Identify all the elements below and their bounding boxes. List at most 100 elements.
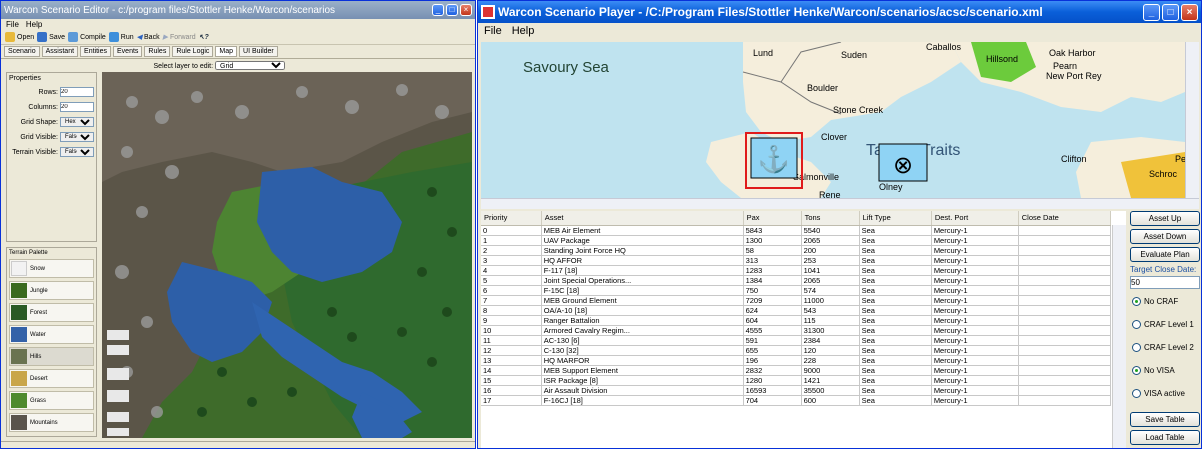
table-row[interactable]: 13 HQ MARFOR 196 228 Sea Mercury-1 [481, 355, 1112, 366]
target-close-date-input[interactable] [1130, 276, 1200, 289]
table-row[interactable]: 6 F-15C [18] 750 574 Sea Mercury-1 [481, 285, 1112, 296]
column-priority[interactable]: Priority [481, 211, 542, 226]
tab-ui-builder[interactable]: UI Builder [239, 46, 278, 57]
table-row[interactable]: 14 MEB Support Element 2832 9000 Sea Mercury-… [481, 365, 1112, 376]
table-row[interactable]: 8 OA/A-10 [18] 624 543 Sea Mercury-1 [481, 305, 1112, 316]
menu-help[interactable]: Help [512, 25, 535, 37]
palette-item-grass[interactable]: Grass [9, 391, 94, 410]
tab-entities[interactable]: Entities [80, 46, 112, 57]
table-cell [1018, 345, 1112, 356]
radio-no-visa[interactable]: No VISA [1132, 366, 1201, 375]
tab-assistant[interactable]: Assistant [41, 46, 79, 57]
terrain-map-canvas[interactable] [102, 72, 472, 438]
table-row[interactable]: 12 C-130 [32] 655 120 Sea Mercury-1 [481, 345, 1112, 356]
radio-craf-level-2[interactable]: CRAF Level 2 [1132, 343, 1201, 352]
table-cell: F-117 [18] [541, 265, 744, 276]
load-table-button[interactable]: Load Table [1130, 430, 1200, 445]
radio-visa-active[interactable]: VISA active [1132, 389, 1201, 398]
help-cursor-button[interactable]: ↖? [199, 33, 209, 41]
palette-item-hills[interactable]: Hills [9, 347, 94, 366]
table-cell: 624 [743, 305, 802, 316]
asset-down-button[interactable]: Asset Down [1130, 229, 1200, 244]
open-button[interactable]: Open [5, 32, 34, 42]
column-lift-type[interactable]: Lift Type [859, 211, 932, 226]
table-row[interactable]: 3 HQ AFFOR 313 253 Sea Mercury-1 [481, 255, 1112, 266]
table-row[interactable]: 17 F-16CJ [18] 704 600 Sea Mercury-1 [481, 395, 1112, 406]
forward-button[interactable]: ▶ Forward [163, 33, 196, 42]
table-cell: 5843 [743, 225, 802, 236]
save-button[interactable]: Save [37, 32, 65, 42]
table-cell: Mercury-1 [931, 335, 1019, 346]
table-cell [1018, 325, 1112, 336]
map-horizontal-scrollbar[interactable] [481, 198, 1199, 209]
menu-file[interactable]: File [484, 25, 502, 37]
column-pax[interactable]: Pax [743, 211, 802, 226]
map-vertical-scrollbar[interactable] [1185, 42, 1199, 198]
editor-title-bar[interactable]: Warcon Scenario Editor - c:/program file… [1, 1, 475, 19]
save-table-button[interactable]: Save Table [1130, 412, 1200, 427]
player-title-bar[interactable]: Warcon Scenario Player - /C:/Program Fil… [478, 1, 1201, 23]
radio-label: CRAF Level 2 [1144, 343, 1194, 352]
tab-map[interactable]: Map [215, 46, 238, 57]
region-map-canvas[interactable]: Savoury Sea Lund Suden Caballos Hillsond… [481, 42, 1185, 198]
table-cell: 14 [481, 365, 542, 376]
table-row[interactable]: 15 ISR Package [8] 1280 1421 Sea Mercury-1 [481, 375, 1112, 386]
wheel-unit-icon[interactable]: ⊗ [878, 143, 928, 182]
columns-input[interactable] [60, 102, 94, 112]
radio-no-craf[interactable]: No CRAF [1132, 297, 1201, 306]
table-row[interactable]: 2 Standing Joint Force HQ 58 200 Sea Mercury-… [481, 245, 1112, 256]
table-row[interactable]: 16 Air Assault Division 16593 35500 Sea Mercu… [481, 385, 1112, 396]
column-tons[interactable]: Tons [801, 211, 860, 226]
grid-visible-select[interactable]: False [60, 132, 94, 142]
palette-item-forest[interactable]: Forest [9, 303, 94, 322]
close-icon[interactable]: × [1181, 3, 1198, 21]
maximize-icon[interactable]: □ [446, 4, 458, 16]
region-map[interactable]: Savoury Sea Lund Suden Caballos Hillsond… [481, 42, 1185, 198]
palette-item-water[interactable]: Water [9, 325, 94, 344]
tab-events[interactable]: Events [113, 46, 143, 57]
asset-up-button[interactable]: Asset Up [1130, 211, 1200, 226]
table-cell [1018, 355, 1112, 366]
tab-rules[interactable]: Rules [144, 46, 171, 57]
tab-rule-logic[interactable]: Rule Logic [172, 46, 214, 57]
table-row[interactable]: 9 Ranger Battalion 604 115 Sea Mercury-1 [481, 315, 1112, 326]
palette-item-desert[interactable]: Desert [9, 369, 94, 388]
hex-terrain-map[interactable] [102, 72, 472, 438]
palette-item-mountains[interactable]: Mountains [9, 413, 94, 432]
table-row[interactable]: 0 MEB Air Element 5843 5540 Sea Mercury-1 [481, 225, 1112, 236]
table-row[interactable]: 1 UAV Package 1300 2065 Sea Mercury-1 [481, 235, 1112, 246]
compile-button[interactable]: Compile [68, 32, 106, 42]
column-dest-port[interactable]: Dest. Port [931, 211, 1019, 226]
grid-shape-select[interactable]: Hex [60, 117, 94, 127]
tab-scenario[interactable]: Scenario [4, 46, 40, 57]
run-button[interactable]: Run [108, 32, 134, 42]
table-row[interactable]: 4 F-117 [18] 1283 1041 Sea Mercury-1 [481, 265, 1112, 276]
column-close-date[interactable]: Close Date [1018, 211, 1112, 226]
palette-item-jungle[interactable]: Jungle [9, 281, 94, 300]
table-cell [1018, 305, 1112, 316]
table-vertical-scrollbar[interactable] [1112, 225, 1126, 448]
close-icon[interactable]: × [460, 4, 472, 16]
table-row[interactable]: 11 AC-130 [6] 591 2384 Sea Mercury-1 [481, 335, 1112, 346]
column-asset[interactable]: Asset [541, 211, 744, 226]
back-button[interactable]: ◀ Back [137, 33, 160, 42]
menu-file[interactable]: File [6, 20, 19, 29]
table-row[interactable]: 5 Joint Special Operations... 1384 2065 Sea M… [481, 275, 1112, 286]
table-cell: Mercury-1 [931, 285, 1019, 296]
rows-input[interactable] [60, 87, 94, 97]
table-row[interactable]: 7 MEB Ground Element 7209 11000 Sea Mercury-1 [481, 295, 1112, 306]
radio-craf-level-1[interactable]: CRAF Level 1 [1132, 320, 1201, 329]
maximize-icon[interactable]: □ [1162, 3, 1179, 21]
minimize-icon[interactable]: _ [432, 4, 444, 16]
menu-help[interactable]: Help [26, 20, 42, 29]
evaluate-plan-button[interactable]: Evaluate Plan [1130, 247, 1200, 262]
editor-sidebar: Properties Rows: Columns: Grid Shape:Hex… [6, 72, 97, 438]
layer-select[interactable]: Grid [215, 61, 285, 70]
palette-item-snow[interactable]: Snow [9, 259, 94, 278]
table-row[interactable]: 10 Armored Cavalry Regim... 4555 31300 Sea Me… [481, 325, 1112, 336]
map-label-lund: Lund [753, 48, 773, 58]
minimize-icon[interactable]: _ [1143, 3, 1160, 21]
table-cell: 15 [481, 375, 542, 386]
radio-indicator [1132, 320, 1141, 329]
terrain-visible-select[interactable]: False [60, 147, 94, 157]
